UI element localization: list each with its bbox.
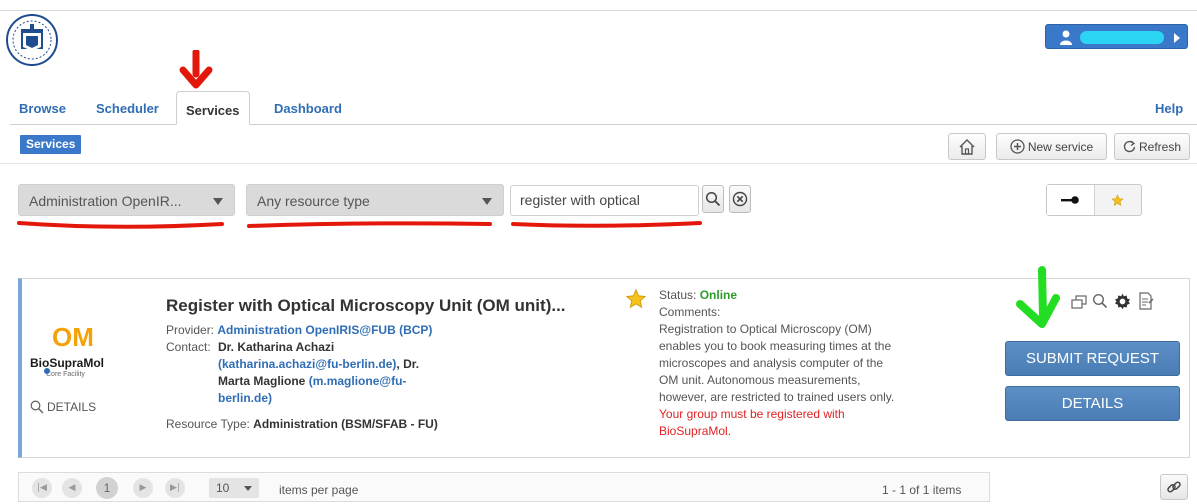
- new-service-button[interactable]: New service: [996, 133, 1107, 160]
- refresh-button[interactable]: Refresh: [1114, 133, 1190, 160]
- key-filter-toggle[interactable]: [1047, 185, 1095, 215]
- red-underline-annotation-icon: [511, 221, 702, 228]
- tab-services[interactable]: Services: [176, 91, 250, 125]
- clear-search-button[interactable]: [729, 185, 751, 213]
- om-logo-text: OM: [52, 322, 94, 352]
- current-page[interactable]: 1: [96, 477, 118, 499]
- red-underline-annotation-icon: [17, 221, 224, 229]
- plus-circle-icon: [1010, 139, 1025, 154]
- key-icon: [1061, 196, 1080, 204]
- tab-dashboard[interactable]: Dashboard: [274, 101, 342, 116]
- prev-page-icon[interactable]: ◀: [62, 478, 82, 498]
- top-border: [0, 10, 1197, 11]
- details-button[interactable]: DETAILS: [1005, 386, 1180, 421]
- contact-email-1-link[interactable]: (katharina.achazi@fu-berlin.de): [218, 357, 396, 371]
- comments-label: Comments:: [659, 305, 721, 319]
- refresh-icon: [1123, 140, 1136, 153]
- warning-line: BioSupraMol.: [659, 424, 732, 438]
- comment-line: microscopes and analysis computer of the: [659, 356, 884, 370]
- new-service-label: New service: [1027, 139, 1094, 154]
- details-small-label: DETAILS: [47, 400, 97, 414]
- user-menu-button[interactable]: [1045, 24, 1188, 49]
- redacted-username: [1080, 31, 1164, 44]
- resource-type-row: Resource Type: Administration (BSM/SFAB …: [166, 416, 438, 433]
- search-input[interactable]: register with optical: [510, 185, 699, 216]
- last-page-icon[interactable]: ▶|: [165, 478, 185, 498]
- home-button[interactable]: [948, 133, 986, 160]
- comment-line: Registration to Optical Microscopy (OM): [659, 322, 872, 336]
- tab-browse[interactable]: Browse: [19, 101, 66, 116]
- edit-document-icon[interactable]: [1138, 292, 1154, 310]
- om-logo[interactable]: OM BioSupraMol Core Facility: [30, 322, 130, 380]
- page-size-value: 10: [216, 481, 230, 495]
- contact-separator: , Dr.: [396, 357, 420, 371]
- comment-line: enables you to book measuring times at t…: [659, 339, 892, 353]
- provider-label: Provider:: [166, 323, 215, 337]
- refresh-label: Refresh: [1138, 139, 1182, 154]
- resource-type-value: Administration (BSM/SFAB - FU): [253, 417, 438, 431]
- search-icon[interactable]: [1092, 293, 1108, 309]
- chevron-down-icon: [244, 486, 252, 491]
- star-icon: [1111, 193, 1124, 206]
- items-per-page-label: items per page: [279, 483, 359, 497]
- chevron-down-icon: [213, 198, 223, 205]
- chevron-down-icon: [482, 198, 492, 205]
- submit-request-button[interactable]: SUBMIT REQUEST: [1005, 341, 1180, 376]
- search-icon: [30, 400, 44, 414]
- comment-line: however, are restricted to trained users…: [659, 390, 895, 404]
- red-underline-annotation-icon: [247, 221, 492, 228]
- copy-windows-icon[interactable]: [1071, 294, 1087, 310]
- page-size-select[interactable]: 10: [209, 478, 259, 498]
- link-button[interactable]: [1160, 474, 1188, 500]
- provider-link[interactable]: Administration OpenIRIS@FUB (BCP): [217, 323, 432, 337]
- next-page-icon[interactable]: ▶: [133, 478, 153, 498]
- contact-name-2: Marta Maglione: [218, 374, 306, 388]
- result-title[interactable]: Register with Optical Microscopy Unit (O…: [166, 296, 566, 316]
- chain-link-icon: [1167, 481, 1181, 493]
- contact-line-2: (katharina.achazi@fu-berlin.de), Dr.: [218, 356, 419, 373]
- user-icon: [1060, 30, 1072, 45]
- help-link[interactable]: Help: [1155, 101, 1183, 116]
- search-icon: [705, 191, 721, 207]
- green-arrow-annotation-icon: [1010, 266, 1062, 330]
- warning-line: Your group must be registered with: [659, 407, 845, 421]
- contact-line-3: Marta Maglione (m.maglione@fu-: [218, 373, 406, 390]
- toolbar-divider: [0, 163, 1197, 164]
- status-column: Status: Online Comments: Registration to…: [659, 287, 959, 440]
- red-arrow-annotation-icon: [176, 48, 216, 90]
- pager: [18, 472, 990, 502]
- contact-line-4: berlin.de): [218, 390, 272, 407]
- molecule-icon: [44, 368, 50, 374]
- university-seal-icon[interactable]: [6, 14, 58, 66]
- caret-right-icon: [1174, 33, 1180, 43]
- resource-type-select-value: Any resource type: [257, 193, 370, 209]
- contact-email-2-link[interactable]: (m.maglione@fu-: [309, 374, 407, 388]
- details-small-link[interactable]: DETAILS: [30, 400, 96, 414]
- tab-scheduler[interactable]: Scheduler: [96, 101, 159, 116]
- status-row: Status: Online: [659, 287, 959, 304]
- provider-select-value: Administration OpenIR...: [29, 193, 182, 209]
- provider-row: Provider: Administration OpenIRIS@FUB (B…: [166, 322, 432, 339]
- resource-type-label: Resource Type:: [166, 417, 250, 431]
- favorites-filter-toggle[interactable]: [1095, 185, 1142, 215]
- contact-email-2-link-cont[interactable]: berlin.de): [218, 391, 272, 405]
- status-label: Status:: [659, 288, 697, 302]
- view-toggle[interactable]: [1046, 184, 1142, 216]
- provider-select[interactable]: Administration OpenIR...: [18, 184, 235, 216]
- gear-icon[interactable]: [1114, 293, 1131, 310]
- clear-circle-icon: [732, 191, 748, 207]
- home-icon: [959, 138, 975, 155]
- comment-line: OM unit. Autonomous measurements,: [659, 373, 861, 387]
- favorite-star-icon[interactable]: [625, 288, 647, 310]
- contact-name-1: Dr. Katharina Achazi: [218, 340, 335, 354]
- search-button[interactable]: [702, 185, 724, 213]
- resource-type-select[interactable]: Any resource type: [246, 184, 504, 216]
- breadcrumb[interactable]: Services: [20, 135, 82, 154]
- status-value: Online: [699, 288, 738, 302]
- contact-label: Contact:: [166, 340, 211, 354]
- pager-range-label: 1 - 1 of 1 items: [882, 483, 962, 497]
- first-page-icon[interactable]: |◀: [32, 478, 52, 498]
